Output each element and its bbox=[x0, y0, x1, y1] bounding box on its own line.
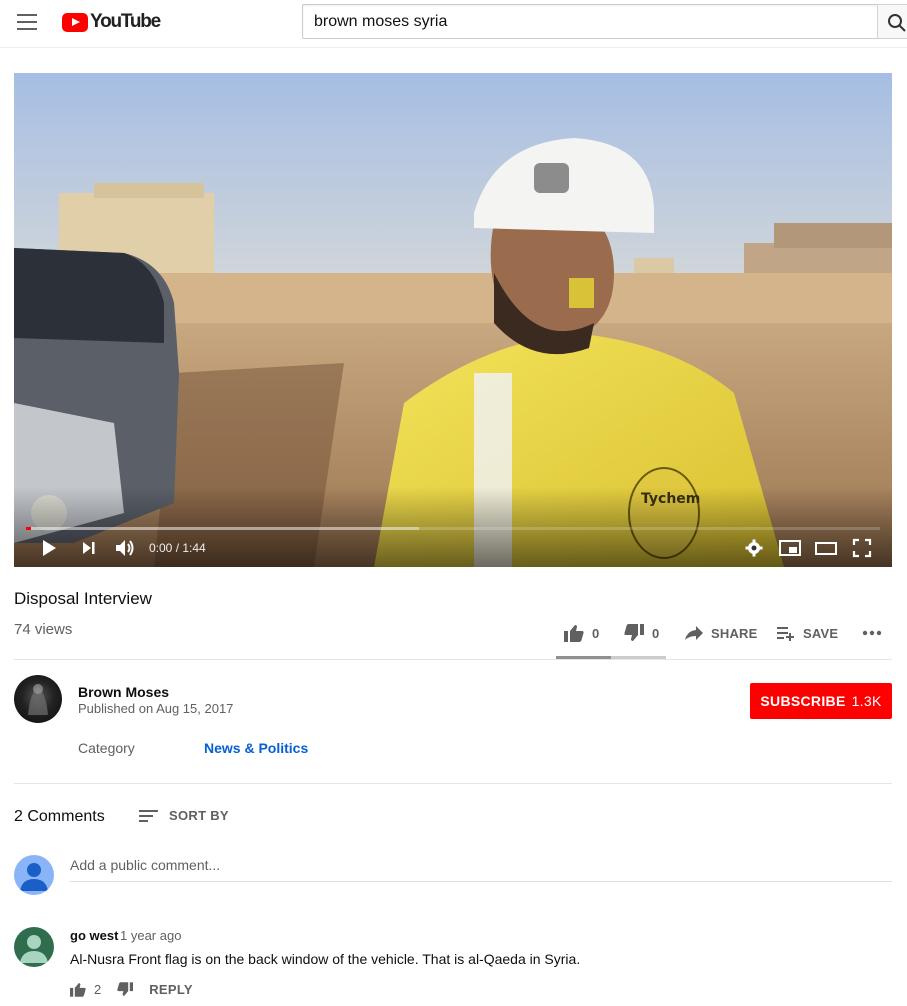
comment-text: Al-Nusra Front flag is on the back windo… bbox=[70, 951, 581, 967]
comment-actions: 2 REPLY bbox=[70, 980, 193, 998]
save-label: SAVE bbox=[803, 625, 839, 641]
user-avatar bbox=[14, 855, 54, 895]
playlist-add-icon bbox=[777, 627, 794, 641]
category-label: Category bbox=[78, 740, 135, 756]
reply-button[interactable]: REPLY bbox=[149, 982, 193, 997]
video-player[interactable]: Tychem 0:00 / 1:44 bbox=[14, 73, 892, 567]
thumbs-down-icon bbox=[624, 624, 644, 641]
search-input[interactable] bbox=[303, 5, 878, 38]
search-icon bbox=[888, 14, 906, 32]
fullscreen-icon[interactable] bbox=[852, 537, 872, 559]
like-button[interactable]: 0 bbox=[564, 622, 599, 644]
comment-box bbox=[70, 856, 892, 882]
subscribe-label: SUBSCRIBE bbox=[760, 693, 846, 709]
progress-played bbox=[26, 527, 32, 530]
search-box bbox=[302, 4, 878, 39]
comment-input[interactable] bbox=[70, 856, 892, 874]
search-button[interactable] bbox=[877, 4, 907, 39]
progress-bar[interactable] bbox=[26, 527, 880, 530]
hamburger-menu-icon[interactable] bbox=[17, 14, 37, 30]
more-horizontal-icon bbox=[862, 630, 882, 636]
channel-avatar[interactable] bbox=[14, 675, 62, 723]
subscriber-count: 1.3K bbox=[851, 693, 882, 709]
sort-icon bbox=[139, 809, 159, 823]
progress-buffered bbox=[26, 527, 419, 530]
volume-icon[interactable] bbox=[114, 537, 138, 559]
category-link[interactable]: News & Politics bbox=[204, 740, 308, 756]
youtube-logo[interactable]: YouTube bbox=[62, 11, 161, 33]
subscribe-button[interactable]: SUBSCRIBE 1.3K bbox=[750, 683, 892, 719]
channel-avatar-image bbox=[28, 684, 48, 715]
play-icon[interactable] bbox=[40, 537, 58, 559]
divider bbox=[14, 783, 892, 784]
theater-mode-icon[interactable] bbox=[815, 537, 837, 559]
dislike-button[interactable]: 0 bbox=[624, 622, 659, 644]
share-button[interactable]: SHARE bbox=[685, 622, 758, 644]
channel-name[interactable]: Brown Moses bbox=[78, 684, 169, 700]
like-count: 0 bbox=[592, 625, 600, 641]
video-title: Disposal Interview bbox=[14, 589, 152, 608]
comments-count: 2 Comments bbox=[14, 808, 105, 825]
logo-text: YouTube bbox=[90, 11, 161, 32]
default-avatar-icon bbox=[20, 935, 48, 963]
divider bbox=[14, 659, 892, 660]
default-avatar-icon bbox=[20, 863, 48, 891]
comment-like-count: 2 bbox=[94, 981, 102, 997]
share-arrow-icon bbox=[685, 626, 703, 640]
comment-author[interactable]: go west bbox=[70, 928, 118, 943]
dislike-count: 0 bbox=[652, 625, 660, 641]
time-display: 0:00 / 1:44 bbox=[149, 541, 206, 555]
comment-like-icon[interactable] bbox=[70, 982, 86, 997]
commenter-avatar[interactable] bbox=[14, 927, 54, 967]
share-label: SHARE bbox=[711, 625, 758, 641]
view-count: 74 views bbox=[14, 621, 73, 638]
sort-by-button[interactable]: SORT BY bbox=[139, 808, 229, 823]
masthead: YouTube bbox=[0, 0, 907, 48]
publish-date: Published on Aug 15, 2017 bbox=[78, 701, 234, 716]
thumbs-up-icon bbox=[564, 625, 584, 642]
more-actions-button[interactable] bbox=[862, 622, 882, 644]
sort-label: SORT BY bbox=[169, 808, 229, 823]
settings-gear-icon[interactable] bbox=[745, 537, 763, 559]
play-logo-icon bbox=[62, 12, 88, 32]
comment-time[interactable]: 1 year ago bbox=[120, 928, 181, 943]
next-icon[interactable] bbox=[81, 537, 97, 559]
miniplayer-icon[interactable] bbox=[779, 537, 801, 559]
comment-dislike-icon[interactable] bbox=[117, 981, 134, 997]
save-button[interactable]: SAVE bbox=[777, 622, 838, 644]
